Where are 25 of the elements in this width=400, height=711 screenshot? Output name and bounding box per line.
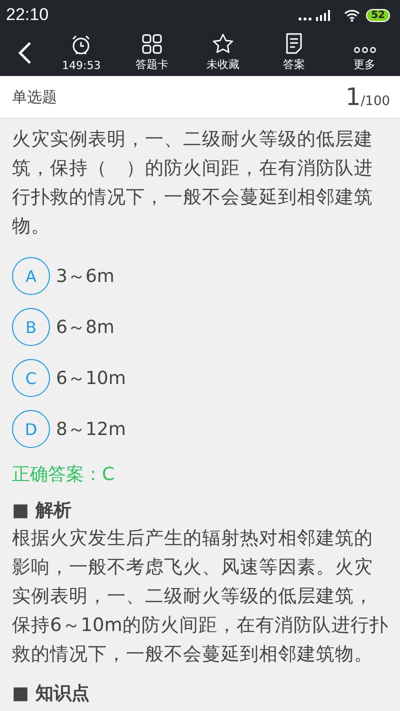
grid-icon	[142, 34, 162, 54]
question-text: 火灾实例表明，一、二级耐火等级的低层建筑，保持（ ）的防火间距，在有消防队进行扑救的情况下，一般不会蔓延到相邻建筑物。	[12, 128, 374, 239]
wifi-icon	[344, 8, 360, 22]
question-type: 单选题	[12, 88, 57, 106]
question-counter: 1/100	[346, 83, 390, 111]
section-title: ■ 知识点	[12, 682, 90, 706]
option-text: 6～10m	[56, 367, 126, 390]
option-text: 8～12m	[56, 418, 126, 441]
section-title: ■ 解析	[12, 499, 72, 523]
toolbar-button[interactable]: 149:53	[46, 30, 117, 76]
toolbar-button[interactable]: 答题卡	[116, 30, 188, 76]
battery-icon: 52	[366, 8, 390, 22]
more-icon	[354, 46, 376, 54]
document-icon	[284, 33, 303, 54]
toolbar-button[interactable]: 更多	[329, 30, 400, 76]
toolbar-button[interactable]: 答案	[258, 30, 330, 76]
option-text: 6～8m	[56, 316, 114, 339]
analysis-text: 根据火灾发生后产生的辐射热对相邻建筑的影响，一般不考虑飞火、风速等因素。火灾实例表明，一、二级耐火等级的低层建筑，保持6～10m的防火间距，在有消防队进行扑救的情况下，一般不会蔓延到相邻建筑物。	[12, 527, 390, 667]
toolbar-button[interactable]: 未收藏	[188, 30, 258, 76]
alarm-clock-icon	[70, 34, 92, 56]
option-text: 3～6m	[56, 265, 114, 288]
status-time: 22:10	[6, 5, 49, 25]
correct-answer: 正确答案：C	[12, 463, 116, 486]
back-icon[interactable]	[18, 41, 32, 65]
star-icon	[212, 33, 234, 54]
